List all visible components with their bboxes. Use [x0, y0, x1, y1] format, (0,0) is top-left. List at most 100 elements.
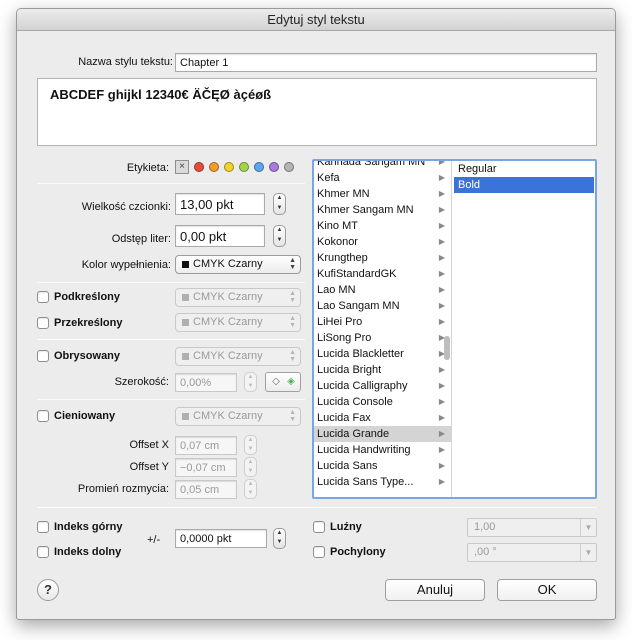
offset-y-input[interactable]	[175, 458, 237, 477]
strikethrough-color-popup[interactable]: CMYK Czarny ▲ ▼	[175, 313, 301, 332]
font-family-name: Lao Sangam MN	[317, 300, 400, 312]
tags-label: Etykieta:	[126, 162, 169, 174]
blur-radius-stepper[interactable]: ▲ ▼	[244, 479, 257, 499]
font-family-name: Lucida Sans Type...	[317, 476, 414, 488]
stroke-mode-buttons[interactable]: ◇ ◈	[265, 372, 301, 392]
subscript-checkbox[interactable]	[37, 546, 49, 558]
stroke-outside-icon[interactable]: ◇	[270, 376, 282, 388]
ok-button[interactable]: OK	[497, 579, 597, 601]
tracking-stepper[interactable]: ▲ ▼	[273, 225, 286, 247]
font-family-name: Khmer MN	[317, 188, 370, 200]
font-family-item[interactable]: Khmer MN ▶	[314, 186, 451, 202]
font-family-item[interactable]: Lao Sangam MN ▶	[314, 298, 451, 314]
font-family-item[interactable]: Lucida Handwriting ▶	[314, 442, 451, 458]
blur-radius-input[interactable]	[175, 480, 237, 499]
baseline-shift-stepper[interactable]: ▲ ▼	[273, 528, 286, 549]
chevron-right-icon: ▶	[438, 461, 445, 470]
outline-width-stepper[interactable]: ▲ ▼	[244, 372, 257, 392]
font-size-stepper[interactable]: ▲ ▼	[273, 193, 286, 215]
cancel-button[interactable]: Anuluj	[385, 579, 485, 601]
superscript-checkbox[interactable]	[37, 521, 49, 533]
font-family-item[interactable]: Khmer Sangam MN ▶	[314, 202, 451, 218]
style-name-input[interactable]	[175, 53, 597, 72]
font-size-input[interactable]	[175, 193, 265, 215]
loose-checkbox[interactable]	[313, 521, 325, 533]
tag-color-dot[interactable]	[254, 162, 264, 172]
popup-arrows-icon: ▲ ▼	[289, 290, 296, 304]
font-family-item[interactable]: Kefa ▶	[314, 170, 451, 186]
chevron-right-icon: ▶	[438, 189, 445, 198]
outline-checkbox[interactable]	[37, 350, 49, 362]
font-family-name: Lucida Calligraphy	[317, 380, 408, 392]
tracking-input[interactable]	[175, 225, 265, 247]
font-family-item[interactable]: Kokonor ▶	[314, 234, 451, 250]
font-family-item[interactable]: Kannada Sangam MN ▶	[314, 161, 451, 170]
font-family-item[interactable]: Lucida Grande ▶	[314, 426, 451, 442]
tag-color-dot[interactable]	[269, 162, 279, 172]
outline-color-popup[interactable]: CMYK Czarny ▲ ▼	[175, 347, 301, 366]
underline-color-value: CMYK Czarny	[193, 291, 263, 303]
font-family-item[interactable]: Krungthep ▶	[314, 250, 451, 266]
chevron-down-icon[interactable]: ▼	[580, 519, 596, 536]
font-family-name: LiHei Pro	[317, 316, 363, 328]
loose-value: 1,00	[474, 521, 496, 533]
font-family-item[interactable]: Lucida Sans Type... ▶	[314, 474, 451, 490]
font-family-item[interactable]: Lao MN ▶	[314, 282, 451, 298]
separator	[37, 282, 305, 283]
italic-value-combo[interactable]: ,00 ° ▼	[467, 543, 597, 562]
font-family-item[interactable]: Lucida Sans ▶	[314, 458, 451, 474]
font-family-item[interactable]: Kino MT ▶	[314, 218, 451, 234]
outline-color-value: CMYK Czarny	[193, 350, 263, 362]
popup-arrows-icon: ▲ ▼	[289, 409, 296, 423]
tag-color-dot[interactable]	[224, 162, 234, 172]
style-name-label: Nazwa stylu tekstu:	[78, 56, 173, 68]
chevron-right-icon: ▶	[438, 429, 445, 438]
font-list-scrollbar[interactable]	[444, 336, 450, 360]
offset-x-stepper[interactable]: ▲ ▼	[244, 435, 257, 455]
font-style-item[interactable]: Regular	[454, 161, 594, 177]
font-family-item[interactable]: Lucida Bright ▶	[314, 362, 451, 378]
loose-value-combo[interactable]: 1,00 ▼	[467, 518, 597, 537]
chevron-right-icon: ▶	[438, 237, 445, 246]
loose-label: Luźny	[330, 521, 362, 533]
font-family-item[interactable]: Lucida Blackletter ▶	[314, 346, 451, 362]
fill-color-label: Kolor wypełnienia:	[81, 259, 171, 271]
font-family-name: Kokonor	[317, 236, 358, 248]
font-family-item[interactable]: KufiStandardGK ▶	[314, 266, 451, 282]
shadow-label: Cieniowany	[54, 410, 116, 422]
font-family-item[interactable]: Lucida Console ▶	[314, 394, 451, 410]
offset-y-stepper[interactable]: ▲ ▼	[244, 457, 257, 477]
no-tag-button[interactable]: ×	[175, 160, 189, 174]
strikethrough-checkbox[interactable]	[37, 317, 49, 329]
font-family-item[interactable]: LiSong Pro ▶	[314, 330, 451, 346]
help-button[interactable]: ?	[37, 579, 59, 601]
font-style-list[interactable]: Regular Bold	[454, 161, 594, 497]
baseline-shift-label: +/-	[147, 534, 161, 546]
chevron-right-icon: ▶	[438, 381, 445, 390]
stroke-inside-icon[interactable]: ◈	[285, 376, 297, 388]
window-title: Edytuj styl tekstu	[17, 9, 615, 31]
italic-label: Pochylony	[330, 546, 386, 558]
font-family-list[interactable]: Kannada Sangam MN ▶ Kefa ▶ Khmer MN ▶ Khmer Sa…	[314, 161, 452, 497]
font-style-item[interactable]: Bold	[454, 177, 594, 193]
tag-color-dot[interactable]	[284, 162, 294, 172]
tag-color-dot[interactable]	[194, 162, 204, 172]
baseline-shift-input[interactable]	[175, 529, 267, 548]
tag-color-dot[interactable]	[209, 162, 219, 172]
chevron-down-icon[interactable]: ▼	[580, 544, 596, 561]
font-family-item[interactable]: Lucida Fax ▶	[314, 410, 451, 426]
color-swatch	[182, 260, 189, 268]
underline-checkbox[interactable]	[37, 291, 49, 303]
italic-value: ,00 °	[474, 546, 497, 558]
shadow-color-popup[interactable]: CMYK Czarny ▲ ▼	[175, 407, 301, 426]
offset-x-input[interactable]	[175, 436, 237, 455]
italic-checkbox[interactable]	[313, 546, 325, 558]
chevron-right-icon: ▶	[438, 161, 445, 166]
font-family-item[interactable]: LiHei Pro ▶	[314, 314, 451, 330]
fill-color-popup[interactable]: CMYK Czarny ▲ ▼	[175, 255, 301, 274]
outline-width-input[interactable]	[175, 373, 237, 392]
shadow-checkbox[interactable]	[37, 410, 49, 422]
tag-color-dot[interactable]	[239, 162, 249, 172]
font-family-item[interactable]: Lucida Calligraphy ▶	[314, 378, 451, 394]
underline-color-popup[interactable]: CMYK Czarny ▲ ▼	[175, 288, 301, 307]
